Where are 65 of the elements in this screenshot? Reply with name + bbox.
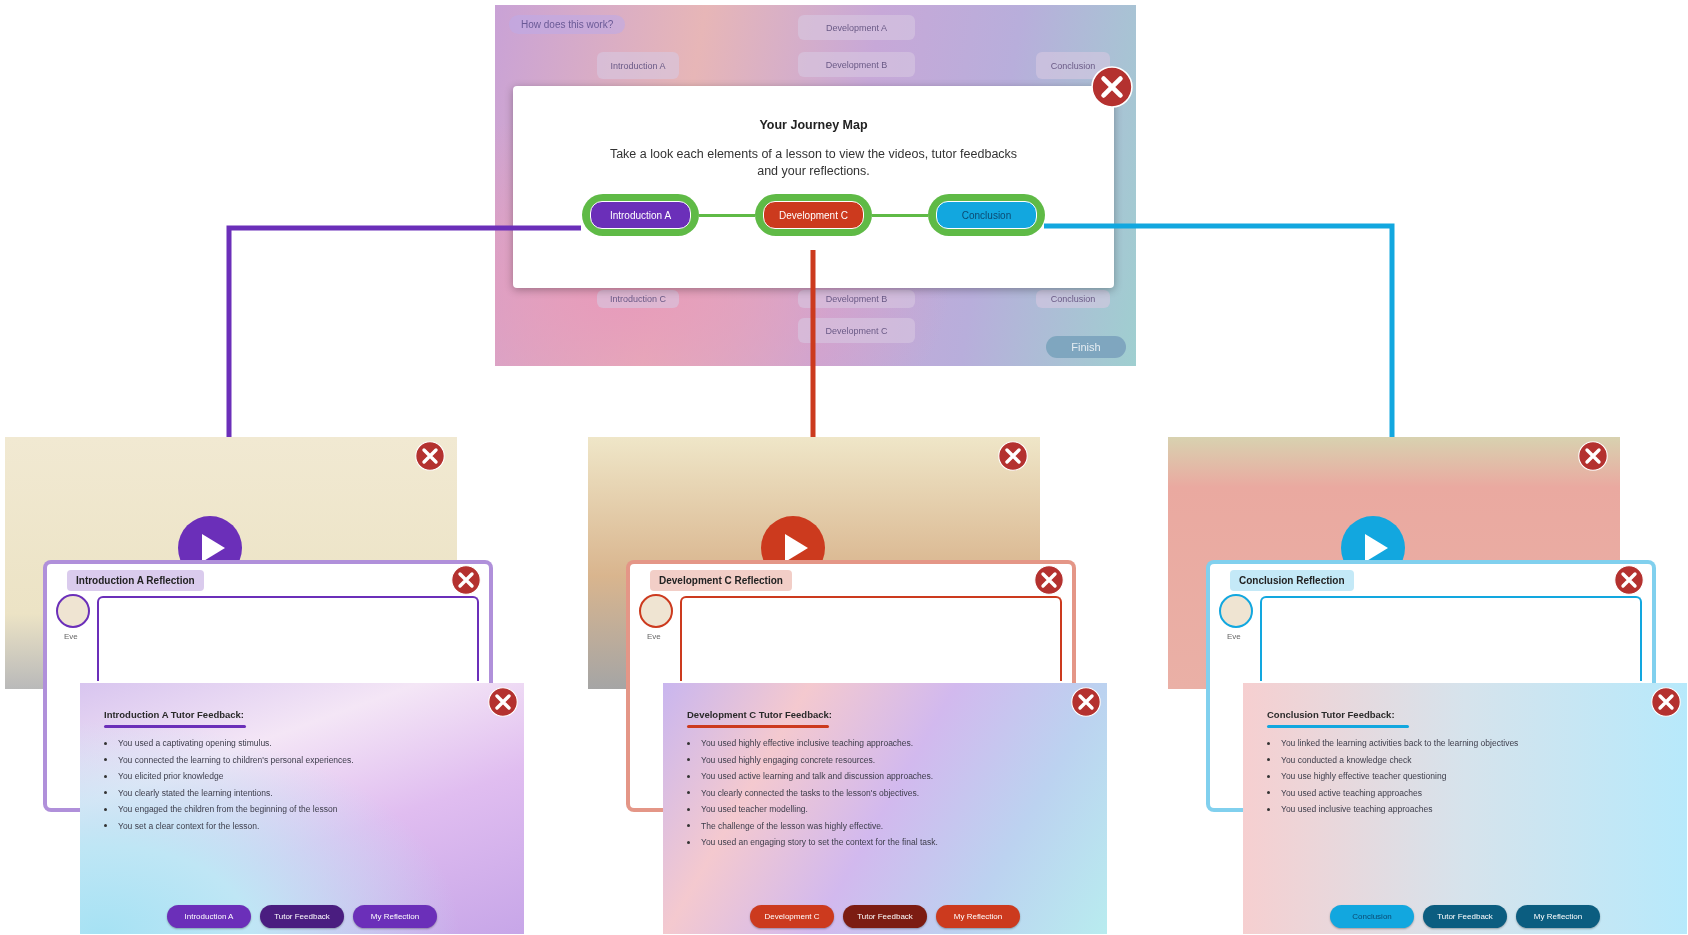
reflection-tab[interactable]: Conclusion Reflection xyxy=(1230,570,1354,591)
avatar-circle xyxy=(639,594,673,628)
nav-button[interactable]: Development C xyxy=(750,905,834,928)
feedback-item: You engaged the children from the beginning of the lesson xyxy=(104,801,354,818)
faded-lesson-node: Development A xyxy=(798,15,915,40)
faded-lesson-node: Conclusion xyxy=(1036,290,1110,308)
avatar-name: Eve xyxy=(1227,632,1241,641)
reflection-tab[interactable]: Introduction A Reflection xyxy=(67,570,204,591)
play-button[interactable] xyxy=(177,515,243,560)
reflection-input-field[interactable] xyxy=(680,596,1062,681)
close-button[interactable] xyxy=(998,441,1028,471)
feedback-item: You use highly effective teacher questioning xyxy=(1267,768,1519,785)
nav-button[interactable]: My Reflection xyxy=(1516,905,1600,928)
feedback-item: You clearly stated the learning intentions. xyxy=(104,784,354,801)
avatar-name: Eve xyxy=(647,632,661,641)
close-button[interactable] xyxy=(1071,687,1101,717)
feedback-title: Introduction A Tutor Feedback: xyxy=(104,709,245,720)
close-button[interactable] xyxy=(1651,687,1681,717)
nav-button[interactable]: Tutor Feedback xyxy=(260,905,344,928)
play-button[interactable] xyxy=(760,515,826,560)
close-button[interactable] xyxy=(1614,565,1644,595)
feedback-item: You elicited prior knowledge xyxy=(104,768,354,785)
reflection-input-field[interactable] xyxy=(97,596,479,681)
feedback-item: You used inclusive teaching approaches xyxy=(1267,801,1519,818)
nav-button[interactable]: Conclusion xyxy=(1330,905,1414,928)
feedback-item: The challenge of the lesson was highly effective. xyxy=(687,817,938,834)
close-button[interactable] xyxy=(488,687,518,717)
feedback-title: Conclusion Tutor Feedback: xyxy=(1267,709,1395,720)
reflection-tab[interactable]: Development C Reflection xyxy=(650,570,792,591)
lesson-node[interactable]: Development C xyxy=(763,201,864,229)
faded-lesson-node: Development B xyxy=(798,290,915,308)
dialog-description: Take a look each elements of a lesson to view the videos, tutor feedbacks and your reflections. xyxy=(608,146,1019,180)
avatar-name: Eve xyxy=(64,632,78,641)
lesson-node[interactable]: Introduction A xyxy=(590,201,691,229)
reflection-input-field[interactable] xyxy=(1260,596,1642,681)
feedback-item: You used a captivating opening stimulus. xyxy=(104,735,354,752)
feedback-item: You clearly connected the tasks to the lesson's objectives. xyxy=(687,784,938,801)
feedback-item: You connected the learning to children's personal experiences. xyxy=(104,751,354,768)
feedback-item: You set a clear context for the lesson. xyxy=(104,817,354,834)
nav-button[interactable]: My Reflection xyxy=(936,905,1020,928)
feedback-item: You used highly effective inclusive teaching approaches. xyxy=(687,735,938,752)
nav-button[interactable]: Tutor Feedback xyxy=(1423,905,1507,928)
close-button[interactable] xyxy=(1034,565,1064,595)
nav-button[interactable]: Tutor Feedback xyxy=(843,905,927,928)
feedback-item: You used teacher modelling. xyxy=(687,801,938,818)
close-button[interactable] xyxy=(415,441,445,471)
faded-lesson-node: Development B xyxy=(798,52,915,77)
close-button[interactable] xyxy=(1578,441,1608,471)
close-button[interactable] xyxy=(451,565,481,595)
faded-lesson-node: Introduction A xyxy=(597,52,679,79)
feedback-item: You used highly engaging concrete resources. xyxy=(687,751,938,768)
nav-button[interactable]: My Reflection xyxy=(353,905,437,928)
nav-button[interactable]: Introduction A xyxy=(167,905,251,928)
feedback-item: You used active teaching approaches xyxy=(1267,784,1519,801)
feedback-item: You used an engaging story to set the context for the final task. xyxy=(687,834,938,851)
avatar-circle xyxy=(56,594,90,628)
dialog-title: Your Journey Map xyxy=(759,118,868,132)
avatar-circle xyxy=(1219,594,1253,628)
faded-lesson-node: Introduction C xyxy=(597,290,679,308)
faded-lesson-node: Development C xyxy=(798,318,915,343)
feedback-title: Development C Tutor Feedback: xyxy=(687,709,832,720)
lesson-node[interactable]: Conclusion xyxy=(936,201,1037,229)
feedback-item: You linked the learning activities back to the learning objectives xyxy=(1267,735,1519,752)
feedback-item: You used active learning and talk and discussion approaches. xyxy=(687,768,938,785)
feedback-item: You conducted a knowledge check xyxy=(1267,751,1519,768)
